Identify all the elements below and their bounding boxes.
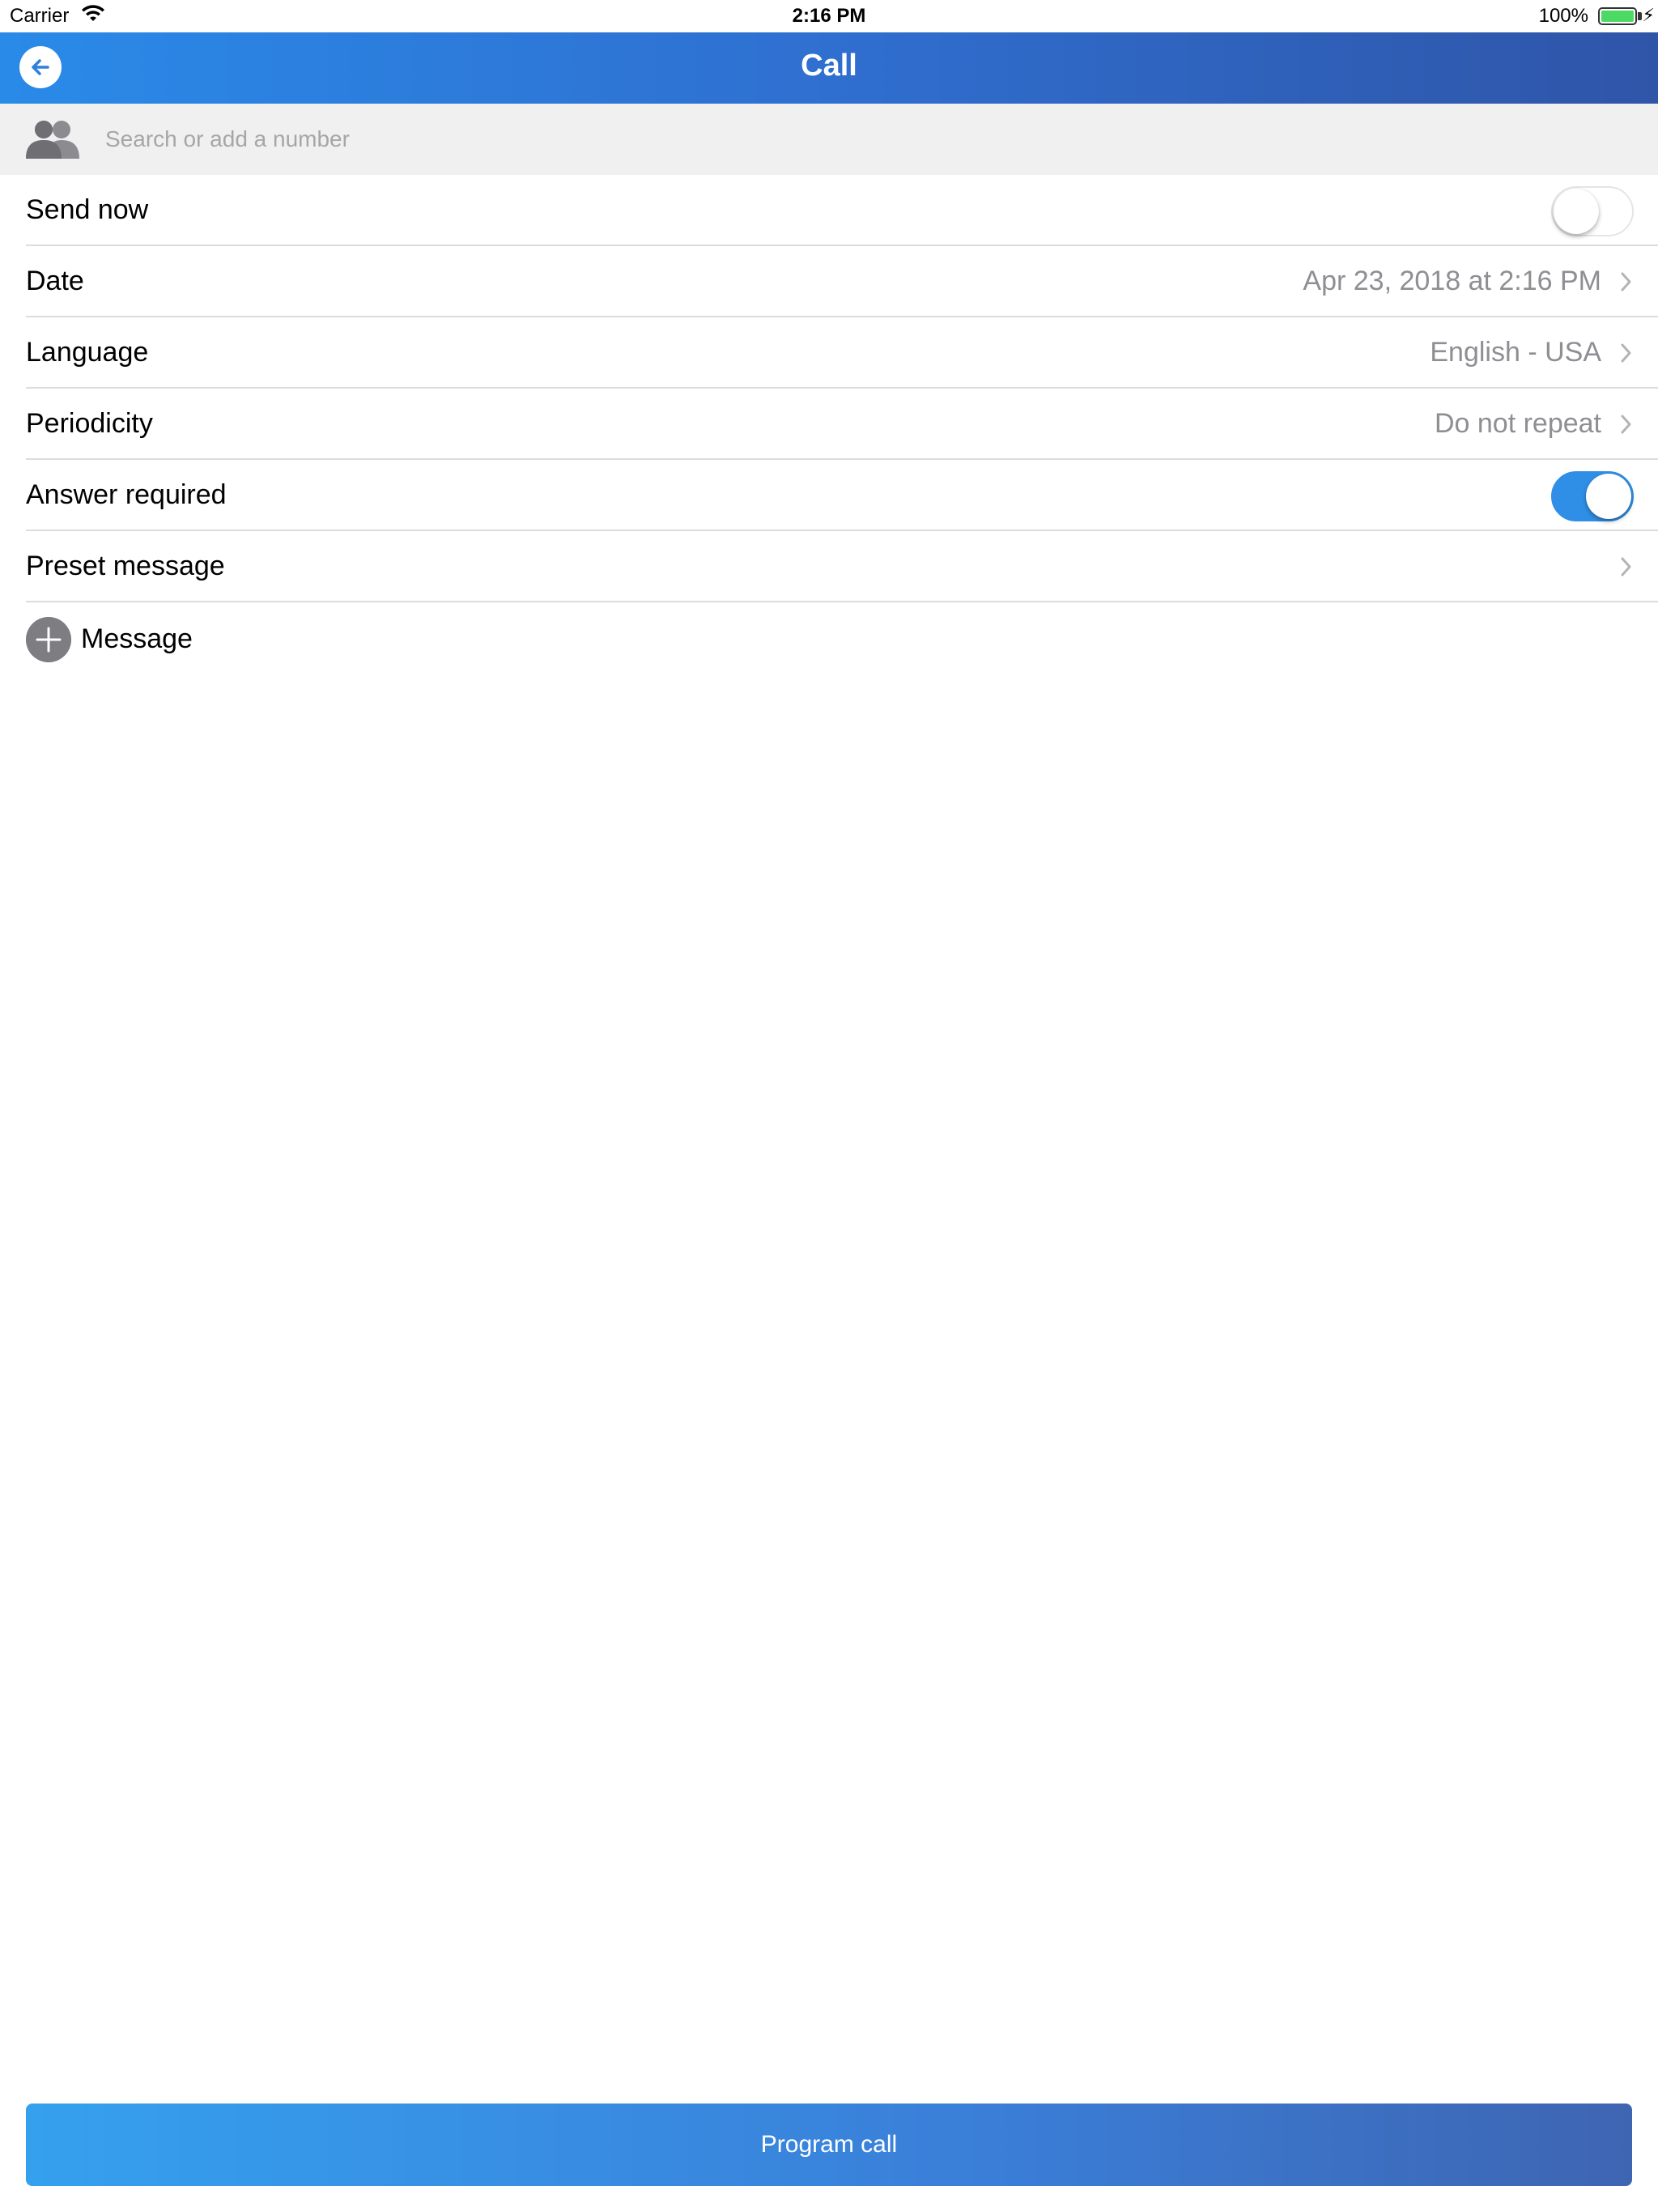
language-value: English - USA — [1430, 337, 1601, 368]
language-row[interactable]: Language English - USA — [26, 317, 1658, 389]
call-screen: Carrier 2:16 PM 100% ⚡ Call Search or ad… — [0, 0, 1658, 2212]
battery-icon — [1598, 7, 1637, 25]
periodicity-label: Periodicity — [26, 408, 153, 439]
chevron-right-icon — [1621, 343, 1631, 363]
send-now-toggle[interactable] — [1551, 186, 1634, 236]
chevron-right-icon — [1621, 415, 1631, 434]
periodicity-row[interactable]: Periodicity Do not repeat — [26, 389, 1658, 460]
date-row[interactable]: Date Apr 23, 2018 at 2:16 PM — [26, 246, 1658, 317]
add-message-row[interactable]: Message — [26, 602, 1658, 675]
chevron-right-icon — [1621, 272, 1631, 291]
battery-cap — [1638, 12, 1642, 20]
contacts-icon[interactable] — [24, 118, 81, 160]
search-input[interactable] — [105, 118, 1562, 160]
periodicity-value: Do not repeat — [1434, 408, 1601, 439]
send-now-label: Send now — [26, 194, 149, 225]
language-label: Language — [26, 337, 149, 368]
message-label: Message — [81, 623, 193, 654]
answer-required-row: Answer required — [26, 460, 1658, 531]
answer-required-toggle[interactable] — [1551, 471, 1634, 521]
chevron-right-icon — [1621, 557, 1631, 576]
preset-message-row[interactable]: Preset message — [26, 531, 1658, 602]
battery-percent: 100% — [1538, 5, 1588, 27]
date-value: Apr 23, 2018 at 2:16 PM — [1303, 266, 1601, 296]
add-circle-icon[interactable] — [26, 617, 71, 662]
preset-message-label: Preset message — [26, 551, 225, 581]
answer-required-label: Answer required — [26, 479, 227, 510]
page-title: Call — [801, 49, 857, 83]
clock: 2:16 PM — [792, 5, 866, 27]
program-call-button[interactable]: Program call — [26, 2104, 1632, 2186]
search-bar — [0, 104, 1658, 175]
navigation-bar: Call — [0, 32, 1658, 104]
date-label: Date — [26, 266, 84, 296]
send-now-row: Send now — [26, 175, 1658, 246]
charging-icon: ⚡ — [1642, 5, 1655, 25]
settings-list: Send now Date Apr 23, 2018 at 2:16 PM La… — [0, 175, 1658, 675]
status-bar: Carrier 2:16 PM 100% ⚡ — [0, 0, 1658, 32]
